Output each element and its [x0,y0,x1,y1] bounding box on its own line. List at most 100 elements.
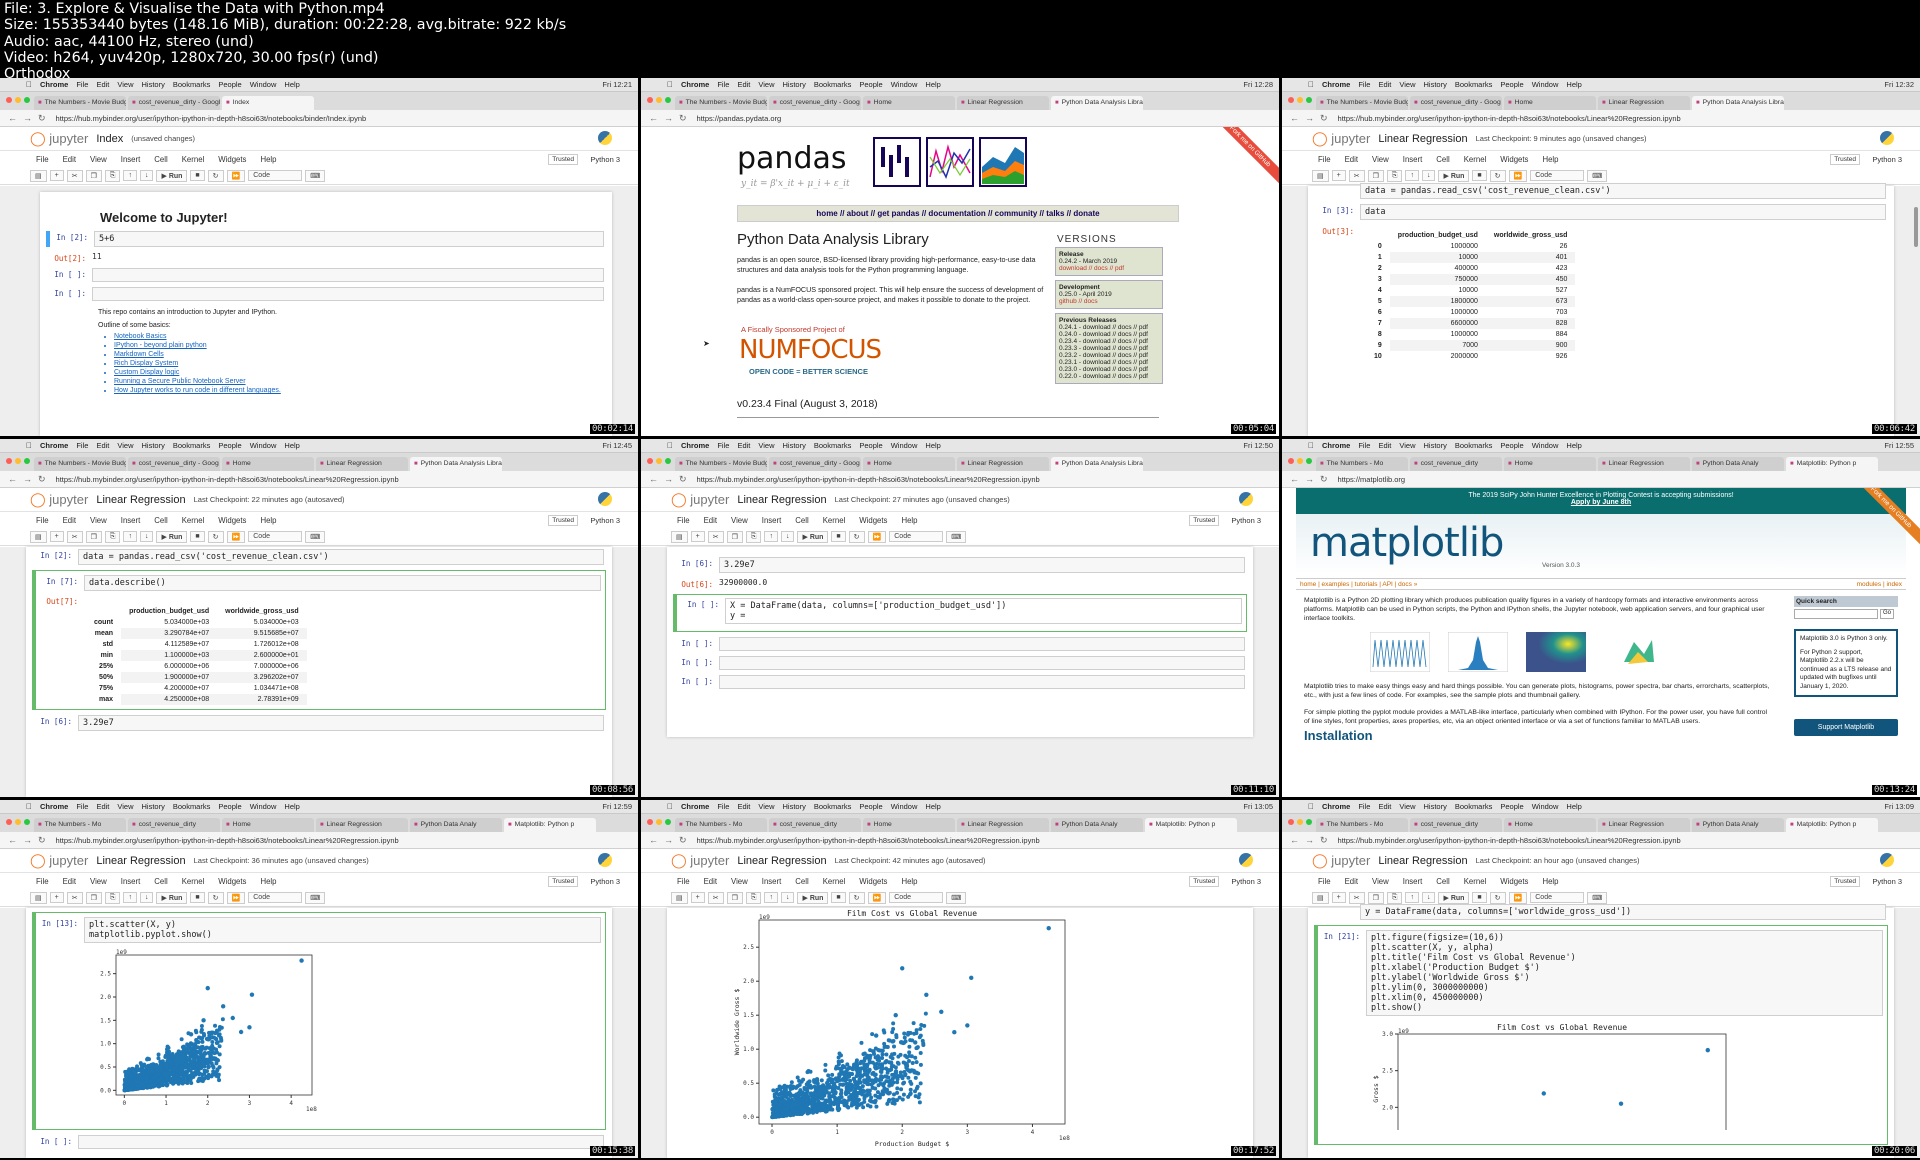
menu-item[interactable]: History [1424,802,1447,811]
zoom-icon[interactable] [1306,458,1312,464]
zoom-icon[interactable] [665,819,671,825]
menu-item[interactable]: Edit [96,441,109,450]
menu-item[interactable]: Edit [1378,80,1391,89]
code-cell[interactable]: In [2]: data = pandas.read_csv('cost_reve… [34,549,604,565]
code-input[interactable] [92,268,604,282]
apple-icon[interactable]:  [26,80,32,89]
app-menu[interactable]: Chrome [681,441,709,450]
forward-icon[interactable]: → [664,474,673,484]
zoom-icon[interactable] [24,97,30,103]
url-field[interactable]: https://matplotlib.org [1338,475,1406,484]
outline-link[interactable]: Running a Secure Public Notebook Server [114,378,612,385]
menu-item[interactable]: View [1399,441,1415,450]
previous-release[interactable]: 0.23.4 - download // docs // pdf [1059,338,1159,345]
apple-icon[interactable]:  [667,80,673,89]
run-button[interactable]: ▶ Run [797,530,829,543]
browser-tab[interactable]: Python Data Analy [1051,818,1143,832]
code-input[interactable]: plt.figure(figsize=(10,6)) plt.scatter(X… [1366,930,1883,1016]
dev-links[interactable]: github // docs [1059,298,1159,305]
code-input[interactable] [92,287,604,301]
menu-item[interactable]: History [783,441,806,450]
menu-item[interactable]: People [218,80,241,89]
menu-item[interactable]: File [1358,80,1370,89]
browser-tab[interactable]: Matplotlib: Python p [1786,818,1878,832]
restart-icon[interactable]: ↻ [207,169,224,182]
menu-item[interactable]: Bookmarks [173,802,211,811]
close-icon[interactable] [6,819,12,825]
notebook-menu-item[interactable]: Insert [121,155,141,164]
jupyter-logo[interactable]: ◯ jupyter [30,130,88,147]
paste-icon[interactable]: ⎘ [104,169,121,182]
back-icon[interactable]: ← [8,474,17,484]
notebook-menu-item[interactable]: Widgets [218,877,246,886]
notebook-menu-item[interactable]: View [90,155,107,164]
move-up-icon[interactable]: ↑ [123,892,137,903]
menu-item[interactable]: View [758,441,774,450]
trusted-badge[interactable]: Trusted [548,514,578,526]
mpl-nav[interactable]: home | examples | tutorials | API | docs… [1296,578,1906,590]
notebook-menu-item[interactable]: Kernel [823,877,846,886]
code-input[interactable]: data = pandas.read_csv('cost_revenue_cle… [78,549,604,565]
move-up-icon[interactable]: ↑ [1405,892,1419,903]
browser-tab[interactable]: Home [863,96,955,110]
menu-item[interactable]: Window [250,80,277,89]
trusted-badge[interactable]: Trusted [1830,875,1860,887]
jupyter-logo[interactable]: ◯ jupyter [671,491,729,508]
notebook-menu-item[interactable]: Kernel [1464,155,1487,164]
move-up-icon[interactable]: ↑ [764,531,778,542]
notebook-menu-item[interactable]: View [90,516,107,525]
browser-tab[interactable]: The Numbers - Movie Budg [1316,96,1408,110]
menu-item[interactable]: Window [1532,802,1559,811]
menu-item[interactable]: Window [1532,80,1559,89]
menu-item[interactable]: File [717,80,729,89]
notebook-title[interactable]: Linear Regression [96,855,185,867]
app-menu[interactable]: Chrome [1322,441,1350,450]
reload-icon[interactable]: ↻ [1320,474,1328,485]
browser-tab[interactable]: The Numbers - Mo [675,818,767,832]
menu-item[interactable]: View [1399,80,1415,89]
menu-item[interactable]: History [1424,441,1447,450]
cell-type-select[interactable]: Code [1530,170,1585,181]
keyboard-icon[interactable]: ⌨ [1587,169,1608,182]
app-menu[interactable]: Chrome [40,802,68,811]
copy-icon[interactable]: ❐ [1367,891,1384,904]
close-icon[interactable] [647,458,653,464]
notebook-menu-item[interactable]: Cell [795,877,808,886]
code-cell[interactable]: data = pandas.read_csv('cost_revenue_cle… [1316,183,1886,199]
keyboard-icon[interactable]: ⌨ [305,891,326,904]
notebook-menu-item[interactable]: Edit [1345,155,1358,164]
close-icon[interactable] [647,819,653,825]
notebook-menu-item[interactable]: Help [901,516,917,525]
notebook-menu-item[interactable]: Cell [154,877,167,886]
code-cell[interactable]: In [ ]: X = DataFrame(data, columns=['pro… [681,598,1242,624]
code-input[interactable]: data = pandas.read_csv('cost_revenue_cle… [1360,183,1886,199]
notebook-title[interactable]: Linear Regression [96,494,185,506]
back-icon[interactable]: ← [8,113,17,123]
menu-item[interactable]: History [1424,80,1447,89]
run-button[interactable]: ▶ Run [156,891,188,904]
copy-icon[interactable]: ❐ [726,891,743,904]
notebook-menu-item[interactable]: Cell [1436,155,1449,164]
cut-icon[interactable]: ✂ [1348,169,1365,182]
move-down-icon[interactable]: ↓ [1421,170,1436,181]
close-icon[interactable] [647,97,653,103]
selected-cell[interactable]: In [ ]: X = DataFrame(data, columns=['pro… [673,594,1247,632]
code-cell[interactable]: In [7]: data.describe() [40,575,601,591]
menu-item[interactable]: Window [891,80,918,89]
notebook-menu-item[interactable]: Widgets [859,877,887,886]
notebook-menu-item[interactable]: Widgets [1500,877,1528,886]
cut-icon[interactable]: ✂ [66,530,83,543]
browser-tab[interactable]: Matplotlib: Python p [1145,818,1237,832]
paste-icon[interactable]: ⎘ [1386,169,1403,182]
notebook-menu-item[interactable]: Widgets [1500,155,1528,164]
copy-icon[interactable]: ❐ [726,530,743,543]
notebook-menu-item[interactable]: Edit [63,877,76,886]
browser-tab[interactable]: Home [1504,457,1596,471]
move-down-icon[interactable]: ↓ [780,892,795,903]
reload-icon[interactable]: ↻ [38,835,46,846]
keyboard-icon[interactable]: ⌨ [305,530,326,543]
run-button[interactable]: ▶ Run [156,169,188,182]
url-field[interactable]: https://hub.mybinder.org/user/ipython-ip… [1338,836,1681,845]
notebook-menu-item[interactable]: Cell [154,516,167,525]
menu-item[interactable]: Bookmarks [173,80,211,89]
